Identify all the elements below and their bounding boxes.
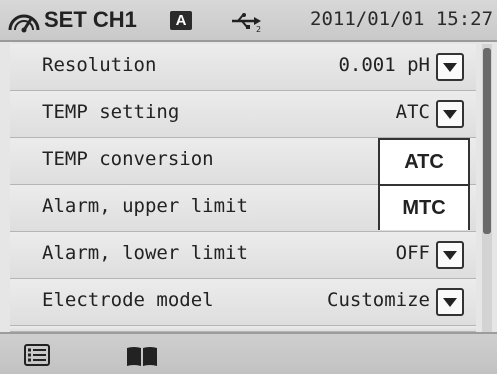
menu-list-icon[interactable]: [24, 344, 50, 366]
setting-label: TEMP conversion: [42, 148, 214, 170]
scrollbar[interactable]: [482, 44, 492, 332]
temp-conversion-options-popup: ATC MTC: [378, 138, 470, 230]
setting-value: 0.001 pH: [338, 54, 430, 76]
book-icon[interactable]: [125, 345, 159, 367]
bottom-toolbar: [0, 332, 497, 374]
chevron-down-icon: [443, 251, 457, 260]
setting-label: Alarm, upper limit: [42, 195, 248, 217]
setting-row-resolution[interactable]: Resolution 0.001 pH: [10, 44, 476, 91]
datetime: 2011/01/01 15:27: [310, 8, 494, 30]
setting-row-temp-setting[interactable]: TEMP setting ATC: [10, 91, 476, 138]
temp-setting-dropdown-button[interactable]: [436, 100, 464, 128]
svg-text:2: 2: [256, 25, 261, 32]
chevron-down-icon: [443, 298, 457, 307]
setting-label: Electrode model: [42, 289, 214, 311]
usb-icon: 2: [232, 13, 261, 32]
scrollbar-thumb[interactable]: [483, 48, 491, 234]
setting-row-alarm-lower[interactable]: Alarm, lower limit OFF: [10, 232, 476, 279]
option-atc[interactable]: ATC: [380, 140, 468, 186]
status-bar: SET CH1 A 2 2011/01/01 15:27: [0, 0, 497, 42]
setting-value: ATC: [395, 101, 430, 123]
resolution-dropdown-button[interactable]: [436, 53, 464, 81]
gauge-icon: [8, 14, 40, 33]
mode-badge: A: [170, 11, 192, 30]
setting-row-electrode-model[interactable]: Electrode model Customize: [10, 279, 476, 326]
screen-title: SET CH1: [44, 7, 137, 32]
chevron-down-icon: [443, 63, 457, 72]
alarm-lower-dropdown-button[interactable]: [436, 241, 464, 269]
setting-value: Customize: [327, 289, 430, 311]
setting-label: Alarm, lower limit: [42, 242, 248, 264]
electrode-model-dropdown-button[interactable]: [436, 288, 464, 316]
setting-value: OFF: [395, 242, 430, 264]
setting-label: Resolution: [42, 54, 157, 76]
setting-label: TEMP setting: [42, 101, 180, 123]
chevron-down-icon: [443, 110, 457, 119]
option-mtc[interactable]: MTC: [380, 186, 468, 230]
